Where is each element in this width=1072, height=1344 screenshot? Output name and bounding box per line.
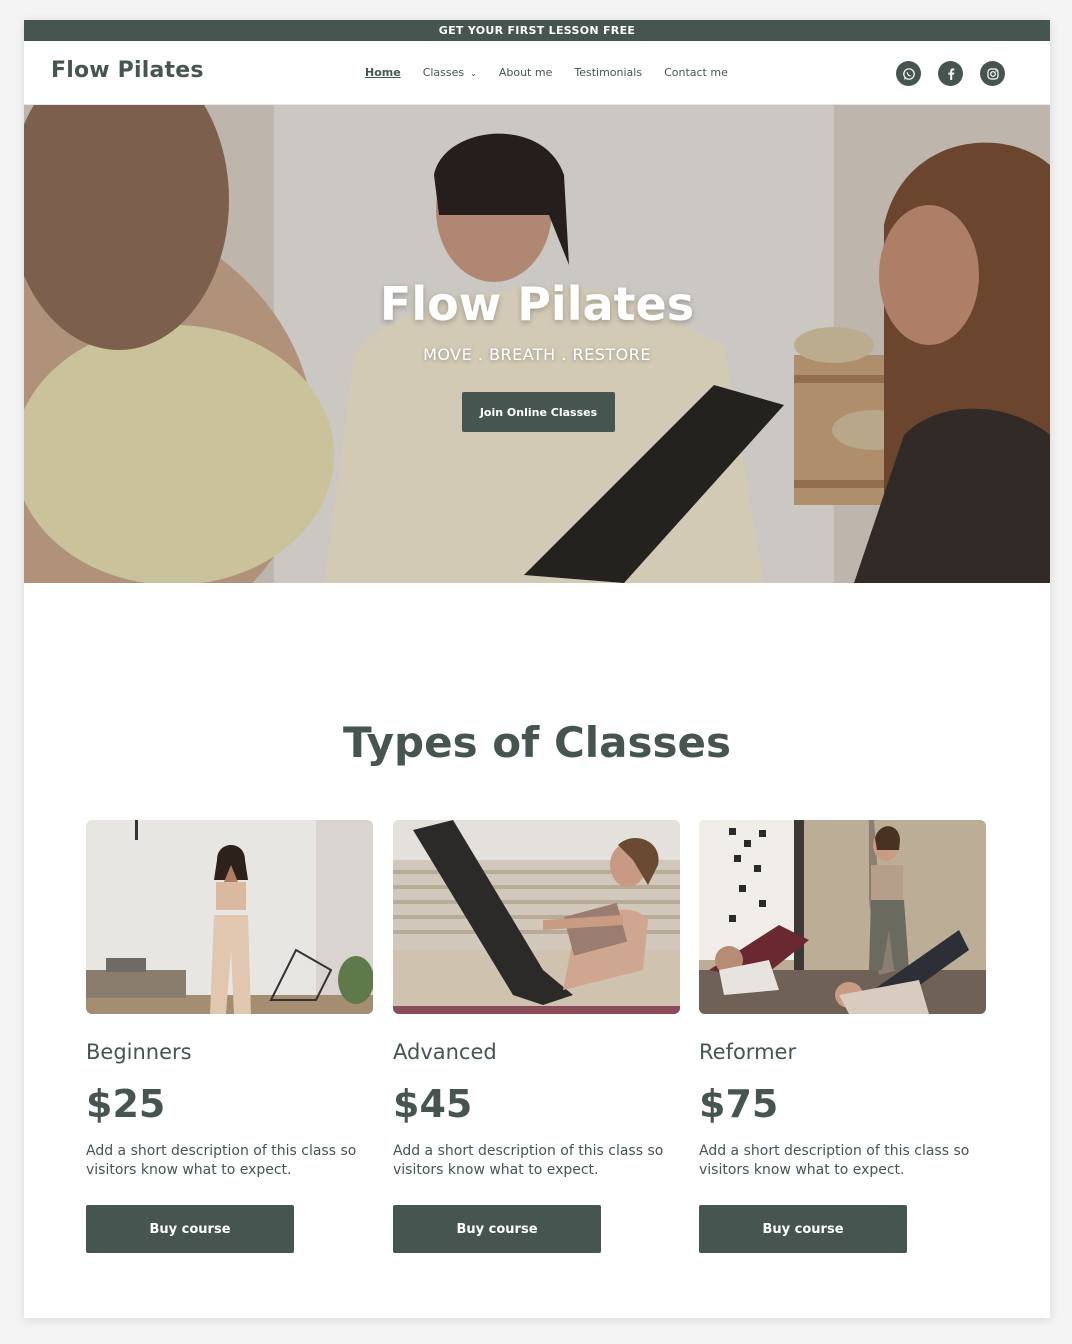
- nav-classes[interactable]: Classes ⌄: [423, 66, 477, 79]
- join-online-classes-button[interactable]: Join Online Classes: [462, 392, 615, 432]
- nav-about[interactable]: About me: [499, 66, 553, 79]
- site-logo[interactable]: Flow Pilates: [51, 58, 204, 83]
- chevron-down-icon: ⌄: [470, 69, 477, 78]
- hero-overlay: [24, 105, 1050, 583]
- class-card-beginners: Beginners $25 Add a short description of…: [86, 820, 373, 1253]
- class-card-advanced: Advanced $45 Add a short description of …: [393, 820, 680, 1253]
- facebook-icon[interactable]: [938, 61, 963, 86]
- class-description: Add a short description of this class so…: [393, 1143, 664, 1178]
- class-card-reformer: Reformer $75 Add a short description of …: [699, 820, 986, 1253]
- main-nav: Home Classes ⌄ About me Testimonials Cont…: [365, 66, 728, 79]
- nav-classes-label: Classes: [422, 66, 465, 79]
- nav-testimonials[interactable]: Testimonials: [574, 66, 642, 79]
- hero-tagline: MOVE . BREATH . RESTORE: [423, 345, 651, 364]
- class-description: Add a short description of this class so…: [86, 1143, 357, 1178]
- class-price: $25: [86, 1082, 166, 1126]
- hero-title: Flow Pilates: [379, 277, 695, 331]
- beginners-class-image: [86, 820, 373, 1014]
- nav-home[interactable]: Home: [365, 66, 401, 79]
- instagram-icon[interactable]: [980, 61, 1005, 86]
- reformer-class-image: [699, 820, 986, 1014]
- nav-contact[interactable]: Contact me: [664, 66, 728, 79]
- classes-heading: Types of Classes: [342, 718, 731, 767]
- promo-banner[interactable]: GET YOUR FIRST LESSON FREE: [24, 20, 1050, 41]
- social-links: [896, 61, 1005, 86]
- whatsapp-icon[interactable]: [896, 61, 921, 86]
- buy-course-button[interactable]: Buy course: [86, 1205, 294, 1253]
- page: GET YOUR FIRST LESSON FREE Flow Pilates …: [24, 20, 1050, 1318]
- hero-section: Flow Pilates MOVE . BREATH . RESTORE Joi…: [24, 105, 1050, 583]
- site-header: Flow Pilates Home Classes ⌄ About me Test…: [24, 41, 1050, 105]
- class-price: $45: [393, 1082, 473, 1126]
- class-name: Beginners: [86, 1040, 192, 1064]
- class-description: Add a short description of this class so…: [699, 1143, 970, 1178]
- class-name: Advanced: [393, 1040, 497, 1064]
- buy-course-button[interactable]: Buy course: [393, 1205, 601, 1253]
- advanced-class-image: [393, 820, 680, 1014]
- class-name: Reformer: [699, 1040, 797, 1064]
- class-price: $75: [699, 1082, 779, 1126]
- promo-text: GET YOUR FIRST LESSON FREE: [438, 24, 636, 37]
- buy-course-button[interactable]: Buy course: [699, 1205, 907, 1253]
